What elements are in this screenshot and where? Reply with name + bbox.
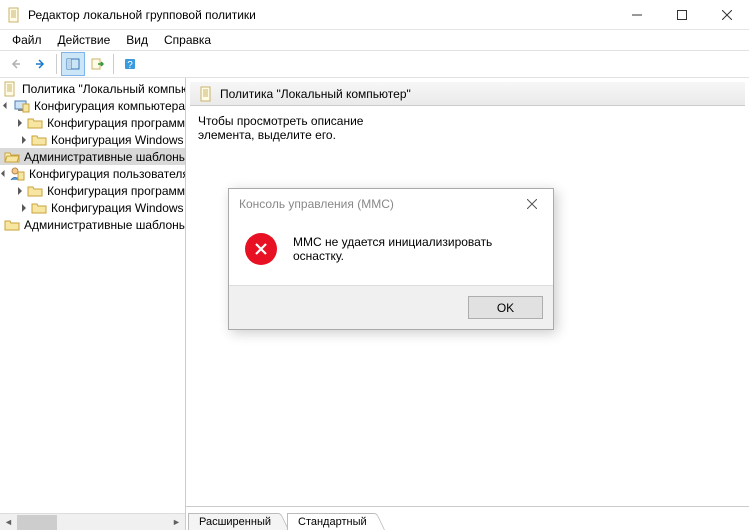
close-button[interactable]	[704, 0, 749, 30]
window-titlebar: Редактор локальной групповой политики	[0, 0, 749, 30]
dialog-title: Консоль управления (MMC)	[239, 197, 394, 211]
folder-icon	[27, 115, 43, 131]
tree-user-config[interactable]: Конфигурация пользователя	[0, 165, 185, 182]
toolbar-separator	[56, 54, 57, 74]
dialog-message: MMC не удается инициализировать оснастку…	[293, 235, 537, 263]
app-icon	[6, 7, 22, 23]
content-header-title: Политика "Локальный компьютер"	[220, 87, 411, 101]
scroll-right-icon[interactable]: ►	[168, 514, 185, 531]
mmc-error-dialog: Консоль управления (MMC) MMC не удается …	[228, 188, 554, 330]
expand-icon[interactable]	[16, 185, 25, 196]
tree-label: Административные шаблоны	[24, 150, 185, 164]
tab-standard-label: Стандартный	[298, 516, 367, 528]
menu-action[interactable]: Действие	[50, 31, 119, 49]
expand-icon[interactable]	[2, 168, 7, 179]
tree-label: Конфигурация программ	[47, 116, 185, 130]
tree-label: Конфигурация Windows	[51, 201, 184, 215]
tree-label: Конфигурация Windows	[51, 133, 184, 147]
hint-text-line2: элемента, выделите его.	[198, 128, 737, 142]
window-title: Редактор локальной групповой политики	[28, 8, 256, 22]
tree-win-settings[interactable]: Конфигурация Windows	[0, 131, 185, 148]
tree-soft-settings-user[interactable]: Конфигурация программ	[0, 182, 185, 199]
menu-help[interactable]: Справка	[156, 31, 219, 49]
computer-icon	[14, 98, 30, 114]
dialog-titlebar[interactable]: Консоль управления (MMC)	[229, 189, 553, 219]
tree-horizontal-scrollbar[interactable]: ◄ ►	[0, 513, 185, 530]
tree-admin-templates-selected[interactable]: Административные шаблоны	[0, 148, 185, 165]
menu-bar: Файл Действие Вид Справка	[0, 30, 749, 50]
user-icon	[9, 166, 25, 182]
dialog-close-button[interactable]	[517, 193, 547, 215]
folder-open-icon	[4, 149, 20, 165]
tree-label: Административные шаблоны	[24, 218, 185, 232]
error-icon	[245, 233, 277, 265]
folder-icon	[31, 200, 47, 216]
tree-admin-templates-user[interactable]: Административные шаблоны	[0, 216, 185, 233]
content-header: Политика "Локальный компьютер"	[190, 82, 745, 106]
expand-icon[interactable]	[18, 202, 29, 213]
scroll-left-icon[interactable]: ◄	[0, 514, 17, 531]
forward-button[interactable]	[28, 52, 52, 76]
hint-text-line1: Чтобы просмотреть описание	[198, 114, 737, 128]
folder-icon	[4, 217, 20, 233]
svg-text:?: ?	[127, 60, 133, 71]
tree-win-settings-user[interactable]: Конфигурация Windows	[0, 199, 185, 216]
back-button[interactable]	[4, 52, 28, 76]
tree-root[interactable]: Политика "Локальный компьютер"	[0, 80, 185, 97]
tree-pane: Политика "Локальный компьютер" Конфигура…	[0, 78, 186, 530]
scroll-thumb[interactable]	[17, 515, 57, 530]
maximize-button[interactable]	[659, 0, 704, 30]
expand-icon[interactable]	[18, 134, 29, 145]
toolbar-separator	[113, 54, 114, 74]
export-button[interactable]	[85, 52, 109, 76]
menu-file[interactable]: Файл	[4, 31, 50, 49]
tree-computer-config[interactable]: Конфигурация компьютера	[0, 97, 185, 114]
content-tabs: Расширенный Стандартный	[186, 506, 749, 530]
policy-tree[interactable]: Политика "Локальный компьютер" Конфигура…	[0, 78, 185, 513]
menu-view[interactable]: Вид	[118, 31, 156, 49]
dialog-ok-button[interactable]: OK	[468, 296, 543, 319]
folder-icon	[31, 132, 47, 148]
tab-extended-label: Расширенный	[199, 516, 271, 528]
tree-label: Конфигурация программ	[47, 184, 185, 198]
show-hide-tree-button[interactable]	[61, 52, 85, 76]
toolbar: ?	[0, 50, 749, 78]
tab-extended[interactable]: Расширенный	[188, 513, 282, 530]
tree-label: Конфигурация компьютера	[34, 99, 185, 113]
expand-icon[interactable]	[2, 100, 12, 111]
doc-icon	[198, 86, 214, 102]
tree-root-label: Политика "Локальный компьютер"	[22, 82, 185, 96]
tab-standard[interactable]: Стандартный	[287, 513, 378, 530]
folder-icon	[27, 183, 43, 199]
doc-icon	[2, 81, 18, 97]
help-button[interactable]: ?	[118, 52, 142, 76]
tree-label: Конфигурация пользователя	[29, 167, 185, 181]
expand-icon[interactable]	[16, 117, 25, 128]
tree-soft-settings[interactable]: Конфигурация программ	[0, 114, 185, 131]
minimize-button[interactable]	[614, 0, 659, 30]
